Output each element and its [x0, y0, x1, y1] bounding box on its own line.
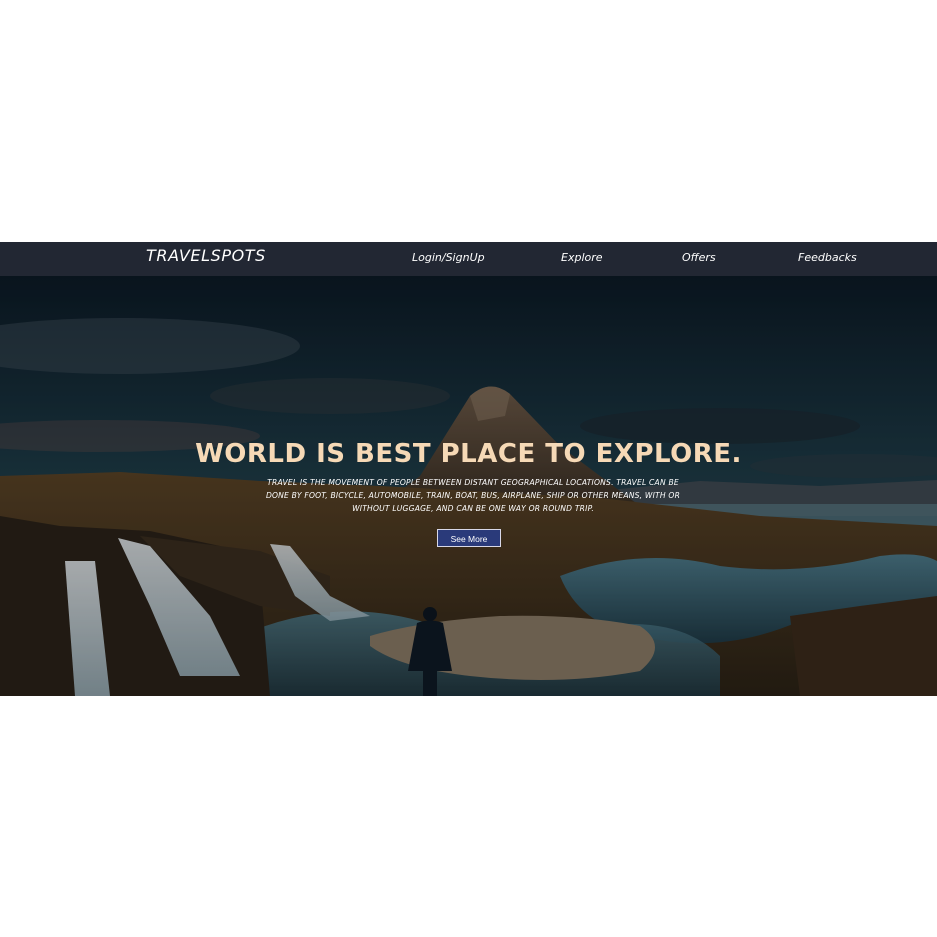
nav-feedbacks[interactable]: Feedbacks — [798, 251, 857, 264]
landing-page: TRAVELSPOTS Login/SignUp Explore Offers … — [0, 242, 937, 696]
nav-offers[interactable]: Offers — [682, 251, 716, 264]
hero-section: WORLD IS BEST PLACE TO EXPLORE. TRAVEL I… — [0, 276, 937, 696]
nav-explore[interactable]: Explore — [561, 251, 603, 264]
see-more-button[interactable]: See More — [437, 529, 501, 547]
hero-description: TRAVEL IS THE MOVEMENT OF PEOPLE BETWEEN… — [265, 478, 681, 513]
navbar: TRAVELSPOTS Login/SignUp Explore Offers … — [0, 242, 937, 276]
hero-headline: WORLD IS BEST PLACE TO EXPLORE. — [195, 439, 742, 469]
hero-content: WORLD IS BEST PLACE TO EXPLORE. TRAVEL I… — [0, 276, 937, 696]
nav-login-signup[interactable]: Login/SignUp — [412, 251, 485, 264]
brand-logo[interactable]: TRAVELSPOTS — [146, 246, 266, 265]
